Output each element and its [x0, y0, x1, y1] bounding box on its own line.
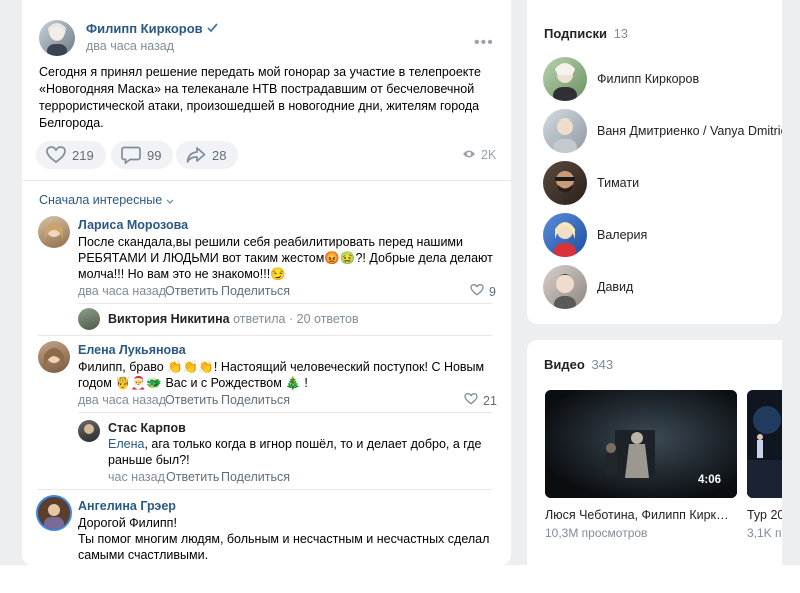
heart-icon [46, 146, 66, 164]
divider [38, 489, 492, 490]
share-button[interactable]: 28 [176, 141, 239, 169]
share-link[interactable]: Поделиться [221, 284, 290, 298]
subscription-avatar[interactable] [543, 109, 587, 153]
share-link[interactable]: Поделиться [221, 393, 290, 407]
comment-text-line: Ты помог многим людям, больным и несчаст… [78, 532, 490, 546]
reply-link[interactable]: Ответить [166, 470, 219, 484]
post-card: Филипп Киркоров два часа назад ••• Сегод… [22, 0, 511, 565]
comment-avatar[interactable] [38, 216, 70, 248]
comment-time[interactable]: два часа назад [78, 284, 166, 298]
comment-time[interactable]: два часа назад [78, 393, 166, 407]
video-title[interactable]: Тур 2023 [747, 508, 782, 522]
comment-avatar[interactable] [78, 420, 100, 442]
share-icon [186, 146, 206, 164]
post-author-avatar[interactable] [39, 20, 75, 56]
subscriptions-count: 13 [613, 26, 629, 41]
comment-avatar[interactable] [36, 495, 72, 531]
comment-like-button[interactable]: 21 [464, 392, 497, 408]
comment-text-line: самыми счастливыми. [78, 548, 209, 562]
divider [78, 303, 492, 304]
comment-time[interactable]: час назад [108, 470, 165, 484]
comment-text-line: Дорогой Филипп! [78, 516, 177, 530]
subscription-name[interactable]: Ваня Дмитриенко / Vanya Dmitrienko [597, 124, 782, 138]
thread-author: Виктория Никитина [108, 312, 230, 326]
divider [78, 412, 492, 413]
subscriptions-title: Подписки [544, 26, 607, 41]
reply-link[interactable]: Ответить [165, 393, 218, 407]
subscription-name[interactable]: Давид [597, 280, 633, 294]
post-text-line: террористической атаки, произошедшей в н… [39, 99, 480, 113]
comment-author[interactable]: Лариса Морозова [78, 218, 188, 232]
verified-icon [207, 22, 218, 36]
comment-like-count: 21 [483, 393, 497, 408]
comment-button[interactable]: 99 [111, 141, 174, 169]
comment-like-count: 9 [489, 284, 496, 299]
thread-avatar[interactable] [78, 308, 100, 330]
subscription-name[interactable]: Филипп Киркоров [597, 72, 699, 86]
chevron-down-icon [166, 193, 174, 207]
divider [22, 180, 511, 181]
post-more-icon[interactable]: ••• [474, 34, 494, 52]
video-views: 3,1K просмотров [747, 526, 782, 540]
thread-count: 20 ответов [296, 312, 359, 326]
divider [38, 335, 492, 336]
thread-link[interactable]: Виктория Никитина ответила · 20 ответов [108, 312, 359, 326]
comment-count: 99 [147, 147, 162, 163]
heart-icon [464, 392, 478, 408]
comment-author[interactable]: Стас Карпов [108, 421, 186, 435]
subscription-name[interactable]: Тимати [597, 176, 639, 190]
video-views: 10,3M просмотров [545, 526, 648, 540]
post-text-line: «Новогодняя Маска» на телеканале НТВ пос… [39, 82, 475, 96]
subscription-avatar[interactable] [543, 265, 587, 309]
comments-sort-dropdown[interactable]: Сначала интересные [39, 193, 174, 207]
comment-like-button[interactable]: 9 [470, 283, 496, 299]
comment-text: , ага только когда в игнор пошёл, то и д… [144, 437, 482, 451]
post-author-name[interactable]: Филипп Киркоров [86, 21, 203, 36]
comment-text-line: После скандала,вы решили себя реабилитир… [78, 235, 463, 249]
thread-verb: ответила [233, 312, 286, 326]
videos-count: 343 [591, 357, 614, 372]
views-count: 2K [481, 148, 497, 162]
video-thumbnail[interactable] [747, 390, 782, 498]
videos-card: Видео 343 4:06 Люся Чеботина, Филипп Кир… [527, 340, 782, 565]
subscription-avatar[interactable] [543, 213, 587, 257]
like-count: 219 [72, 147, 94, 163]
comments-sort-label: Сначала интересные [39, 193, 163, 207]
heart-icon [470, 283, 484, 299]
comment-text-line: раньше был?! [108, 453, 190, 467]
thread-dot: · [288, 312, 294, 326]
subscription-avatar[interactable] [543, 161, 587, 205]
eye-icon [462, 148, 476, 162]
comment-text-line: РЕБЯТАМИ И ЛЮДЬМИ вот таким жестом😡🤢?! Д… [78, 251, 493, 265]
post-text-line: Белгорода. [39, 116, 104, 130]
subscriptions-card: Подписки 13 Филипп Киркоров Ваня Дмитрие… [527, 0, 782, 324]
share-link[interactable]: Поделиться [221, 470, 290, 484]
comment-text-line: молча!!! Но вам это не знакомо!!!😏 [78, 267, 286, 281]
post-text-line: Сегодня я принял решение передать мой го… [39, 65, 481, 79]
views-counter: 2K [462, 148, 496, 162]
video-title[interactable]: Люся Чеботина, Филипп Киркоров [545, 508, 733, 522]
comment-text-line: годом 🤴🎅🐲 Вас и с Рождеством 🎄 ! [78, 376, 308, 390]
comment-icon [121, 146, 141, 164]
comment-text-line: Филипп, браво 👏👏👏! Настоящий человечески… [78, 360, 485, 374]
share-count: 28 [212, 147, 227, 163]
subscription-name[interactable]: Валерия [597, 228, 647, 242]
videos-title: Видео [544, 357, 585, 372]
comment-author[interactable]: Ангелина Грэер [78, 499, 176, 513]
comment-author[interactable]: Елена Лукьянова [78, 343, 186, 357]
video-duration: 4:06 [697, 474, 721, 486]
reply-link[interactable]: Ответить [165, 284, 218, 298]
subscription-avatar[interactable] [543, 57, 587, 101]
subscriptions-header[interactable]: Подписки 13 [544, 26, 628, 41]
mention-link[interactable]: Елена [108, 437, 144, 451]
post-time[interactable]: два часа назад [86, 39, 174, 53]
videos-header[interactable]: Видео 343 [544, 357, 613, 372]
like-button[interactable]: 219 [36, 141, 106, 169]
video-thumbnail[interactable]: 4:06 [545, 390, 737, 498]
comment-text-line: Елена, ага только когда в игнор пошёл, т… [108, 437, 482, 451]
comment-avatar[interactable] [38, 341, 70, 373]
